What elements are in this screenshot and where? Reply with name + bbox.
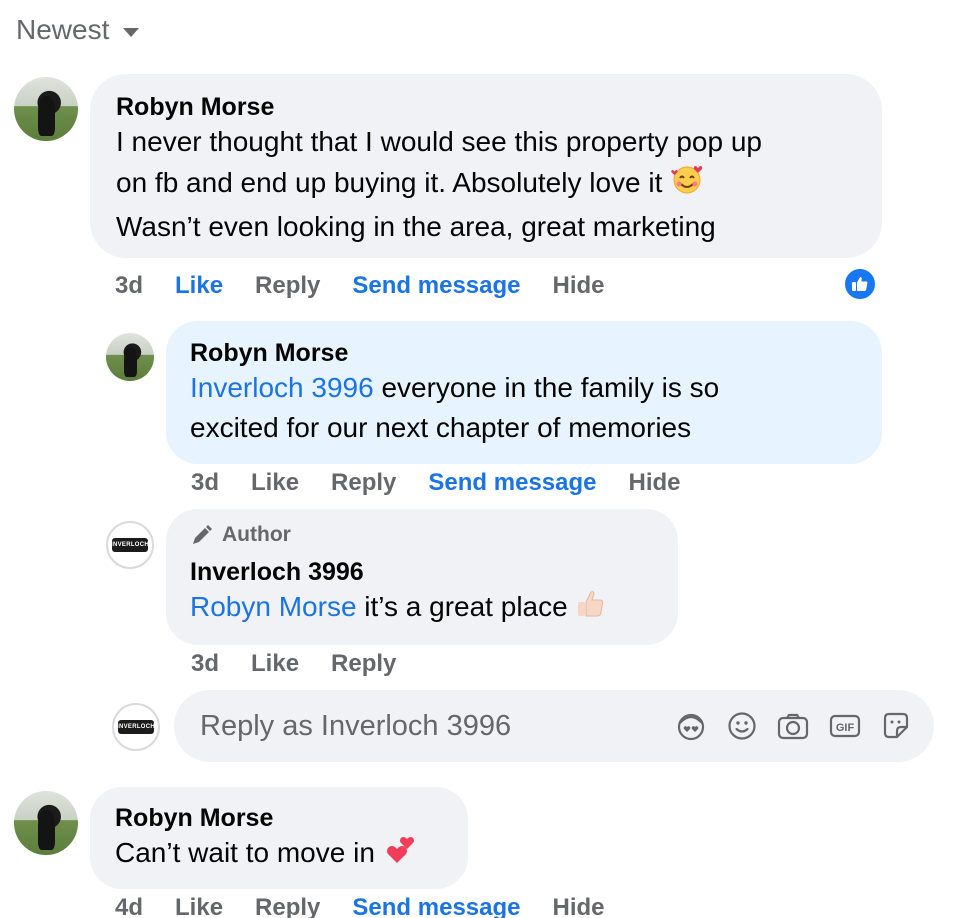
like-button[interactable]: Like [251, 469, 299, 497]
like-button[interactable]: Like [175, 272, 223, 300]
comment-bubble: Author Inverloch 3996 Robyn Morse it’s a… [166, 509, 678, 645]
gif-icon[interactable]: GIF [828, 710, 862, 742]
comment-text: I never thought that I would see this pr… [116, 126, 762, 242]
reply-input[interactable]: Reply as Inverloch 3996 GIF [174, 690, 934, 762]
avatar-sticker-icon[interactable] [674, 709, 708, 743]
sort-dropdown[interactable]: Newest [16, 14, 140, 46]
comment-author[interactable]: Robyn Morse [115, 803, 443, 833]
mention-link[interactable]: Robyn Morse [190, 591, 357, 622]
two-hearts-icon [383, 833, 417, 876]
comment-bubble: Robyn Morse I never thought that I would… [90, 74, 882, 258]
pen-icon [193, 525, 212, 544]
comment-text: Can’t wait to move in [115, 833, 443, 876]
emoji-icon[interactable] [726, 710, 758, 742]
comment-actions: 4d Like Reply Send message Hide [115, 894, 637, 918]
chevron-down-icon [123, 27, 140, 37]
send-message-button[interactable]: Send message [428, 469, 596, 497]
comment-bubble: Robyn Morse Inverloch 3996 everyone in t… [166, 321, 882, 464]
hide-button[interactable]: Hide [553, 272, 605, 300]
comment-author[interactable]: Robyn Morse [190, 338, 858, 368]
hide-button[interactable]: Hide [553, 894, 605, 918]
timestamp[interactable]: 3d [191, 469, 219, 497]
hide-button[interactable]: Hide [629, 469, 681, 497]
avatar: INVERLOCH [112, 703, 160, 751]
mention-link[interactable]: Inverloch 3996 [190, 372, 374, 403]
brand-logo: INVERLOCH [111, 538, 149, 552]
comment-actions: 3d Like Reply Send message Hide [191, 469, 713, 497]
comment-author[interactable]: Inverloch 3996 [190, 557, 654, 587]
avatar[interactable]: INVERLOCH [106, 521, 154, 569]
reply-button[interactable]: Reply [255, 272, 320, 300]
like-reaction-icon[interactable] [842, 266, 878, 302]
comments-section: Newest Robyn Morse I never thought that … [0, 0, 966, 918]
avatar[interactable] [14, 791, 78, 855]
avatar[interactable] [14, 77, 78, 141]
reply-toolbar: GIF [674, 709, 912, 743]
brand-logo: INVERLOCH [117, 720, 155, 734]
send-message-button[interactable]: Send message [352, 272, 520, 300]
comment-bubble: Robyn Morse Can’t wait to move in [90, 787, 468, 889]
sticker-icon[interactable] [880, 710, 912, 742]
svg-text:GIF: GIF [836, 722, 855, 734]
timestamp[interactable]: 3d [191, 650, 219, 678]
author-badge: Author [190, 522, 654, 548]
like-button[interactable]: Like [175, 894, 223, 918]
like-button[interactable]: Like [251, 650, 299, 678]
comment-text: Robyn Morse it’s a great place [190, 587, 654, 630]
camera-icon[interactable] [776, 710, 810, 742]
smiling-face-with-hearts-icon [670, 162, 704, 207]
thumbs-up-icon [575, 587, 605, 630]
reply-button[interactable]: Reply [331, 469, 396, 497]
comment-author[interactable]: Robyn Morse [116, 92, 856, 122]
send-message-button[interactable]: Send message [352, 894, 520, 918]
timestamp[interactable]: 3d [115, 272, 143, 300]
avatar[interactable] [106, 333, 154, 381]
reply-button[interactable]: Reply [255, 894, 320, 918]
comment-actions: 3d Like Reply [191, 650, 428, 678]
reply-button[interactable]: Reply [331, 650, 396, 678]
timestamp[interactable]: 4d [115, 894, 143, 918]
comment-actions: 3d Like Reply Send message Hide [115, 272, 637, 300]
reply-placeholder: Reply as Inverloch 3996 [200, 709, 512, 742]
comment-text: Inverloch 3996 everyone in the family is… [190, 372, 720, 443]
sort-label: Newest [16, 14, 110, 45]
